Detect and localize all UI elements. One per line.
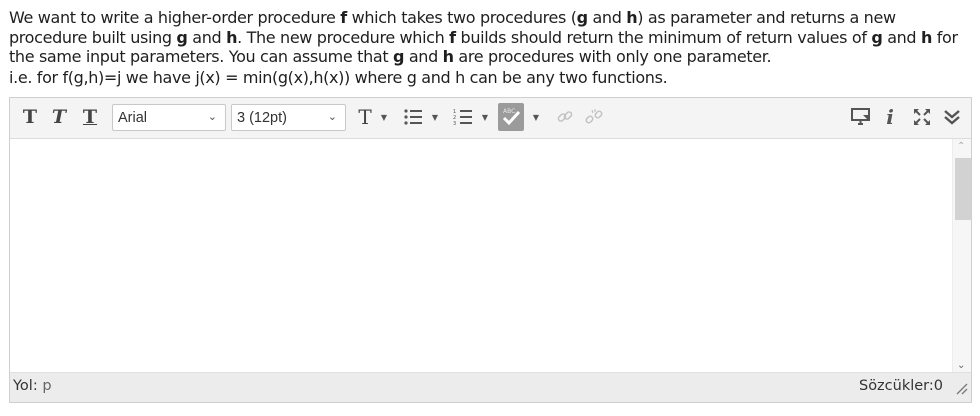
question-text-segment: which takes two procedures ( [346, 8, 577, 27]
question-text-segment: and [404, 47, 443, 66]
vertical-scrollbar[interactable]: ⌃ ⌄ [952, 139, 971, 373]
scrollbar-thumb[interactable] [955, 158, 971, 220]
question-text-segment: are procedures with only one parameter. [453, 47, 772, 66]
numbered-list-dropdown-icon[interactable]: ▼ [481, 103, 489, 131]
spellcheck-dropdown-icon[interactable]: ▼ [532, 103, 540, 131]
fullscreen-icon[interactable] [908, 103, 936, 131]
question-text-segment: We want to write a higher-order procedur… [9, 8, 341, 27]
question-text-segment: . The new procedure which [237, 27, 450, 47]
editor-statusbar: Yol: p Sözcükler:0 [10, 372, 971, 402]
question-text-segment: and [187, 27, 227, 47]
question-text-segment: builds should return the minimum of retu… [455, 27, 872, 47]
editor-toolbar: T T T Arial ⌄ 3 (12pt) ⌄ T ▼ ▼ 1 2 3 ▼ A… [10, 98, 971, 139]
bold-icon[interactable]: T [17, 103, 43, 131]
rich-text-editor: T T T Arial ⌄ 3 (12pt) ⌄ T ▼ ▼ 1 2 3 ▼ A… [9, 97, 972, 403]
chevron-down-icon: ⌄ [327, 111, 337, 123]
procedure-g: g [576, 8, 588, 27]
question-text-segment: and [882, 27, 921, 47]
link-icon[interactable] [551, 103, 579, 131]
question-text: We want to write a higher-order procedur… [9, 8, 974, 87]
chevron-double-down-icon[interactable] [938, 103, 966, 131]
procedure-h: h [226, 27, 238, 47]
bullet-list-icon[interactable] [399, 103, 427, 131]
font-family-select[interactable]: Arial ⌄ [112, 104, 226, 131]
procedure-h: h [920, 27, 933, 47]
media-icon[interactable] [847, 103, 875, 131]
spellcheck-icon[interactable]: ABC [498, 103, 524, 131]
procedure-h: h [442, 47, 454, 66]
procedure-f: f [340, 8, 347, 27]
chevron-down-icon[interactable]: ⌄ [957, 360, 965, 371]
unlink-icon[interactable] [580, 103, 608, 131]
chevron-down-icon: ⌄ [207, 111, 217, 123]
question-hint: i.e. for f(g,h)=j we have j(x) = min(g(x… [9, 67, 668, 87]
resize-handle-icon[interactable] [954, 381, 968, 399]
procedure-g: g [392, 47, 405, 66]
font-family-value: Arial [118, 109, 148, 126]
path-value[interactable]: p [42, 378, 51, 394]
element-path: Yol: p [13, 378, 52, 394]
editor-content-area[interactable] [10, 139, 971, 373]
font-size-value: 3 (12pt) [237, 109, 287, 126]
numbered-list-icon[interactable]: 1 2 3 [449, 103, 477, 131]
procedure-h: h [626, 8, 638, 27]
spellcheck-label: ABC [503, 108, 515, 115]
font-size-select[interactable]: 3 (12pt) ⌄ [231, 104, 346, 131]
word-count: Sözcükler:0 [858, 378, 943, 394]
procedure-f: f [449, 27, 456, 47]
underline-icon[interactable]: T [77, 103, 103, 131]
chevron-up-icon[interactable]: ⌃ [957, 141, 965, 152]
procedure-g: g [871, 27, 883, 47]
italic-icon[interactable]: T [46, 103, 72, 131]
font-color-dropdown-icon[interactable]: ▼ [380, 103, 388, 131]
path-label: Yol: [13, 378, 38, 394]
procedure-g: g [176, 27, 188, 47]
font-color-icon[interactable]: T [352, 103, 378, 131]
bullet-list-dropdown-icon[interactable]: ▼ [431, 103, 439, 131]
question-paragraph: We want to write a higher-order procedur… [9, 8, 974, 67]
info-icon[interactable]: i [876, 103, 904, 131]
svg-text:3: 3 [453, 121, 456, 126]
question-text-segment: and [587, 8, 627, 27]
